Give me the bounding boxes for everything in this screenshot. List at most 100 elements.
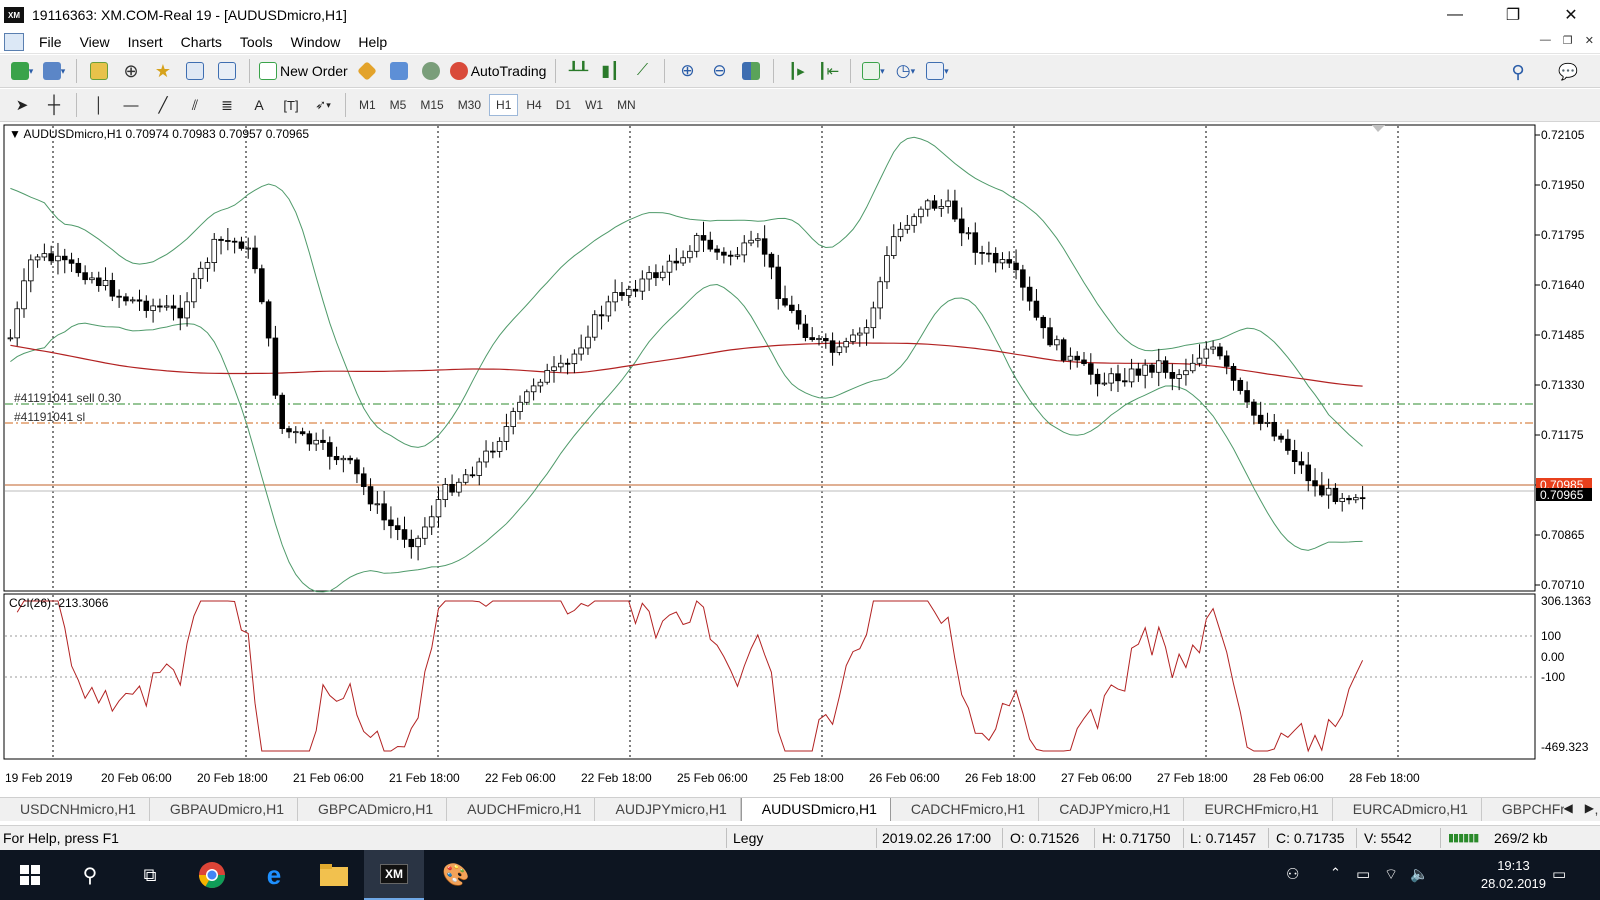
menu-help[interactable]: Help xyxy=(349,34,396,50)
metaeditor-icon[interactable] xyxy=(354,58,380,84)
task-view-icon[interactable]: ⧉ xyxy=(120,850,180,900)
indicators-icon[interactable]: ▾ xyxy=(860,58,886,84)
zoom-out-icon[interactable]: ⊖ xyxy=(706,58,732,84)
status-traffic: 269/2 kb xyxy=(1494,830,1548,846)
timeframe-d1[interactable]: D1 xyxy=(550,95,577,115)
menu-file[interactable]: File xyxy=(30,34,71,50)
timeframe-w1[interactable]: W1 xyxy=(579,95,609,115)
navigator-icon[interactable]: ★ xyxy=(150,58,176,84)
menu-insert[interactable]: Insert xyxy=(119,34,172,50)
mdi-close-button[interactable]: ✕ xyxy=(1585,34,1594,47)
bear-candle xyxy=(1217,346,1223,357)
bull-candle xyxy=(687,250,693,259)
new-chart-icon[interactable]: ▾ xyxy=(9,58,35,84)
mdi-restore-button[interactable]: ❐ xyxy=(1563,34,1573,47)
tab-usdcnh[interactable]: USDCNHmicro,H1 xyxy=(0,798,150,821)
timeframe-h1[interactable]: H1 xyxy=(489,94,519,116)
channel-icon[interactable]: ⫽ xyxy=(182,92,208,118)
tab-eurcad[interactable]: EURCADmicro,H1 xyxy=(1333,798,1482,821)
chart-window[interactable]: ▼ AUDUSDmicro,H1 0.70974 0.70983 0.70957… xyxy=(0,123,1600,791)
taskbar-clock[interactable]: 19:13 28.02.2019 xyxy=(1481,857,1546,893)
tab-cadchf[interactable]: CADCHFmicro,H1 xyxy=(891,798,1040,821)
tab-audusd[interactable]: AUDUSDmicro,H1 xyxy=(740,798,891,821)
bear-candle xyxy=(490,450,496,453)
wifi-icon[interactable]: ⌔ xyxy=(1384,865,1398,884)
tab-audchf[interactable]: AUDCHFmicro,H1 xyxy=(447,798,596,821)
search-icon[interactable]: ⚲ xyxy=(1505,59,1531,85)
maximize-button[interactable]: ❐ xyxy=(1484,0,1542,30)
chart-window-icon[interactable] xyxy=(4,32,24,51)
profiles-icon[interactable]: ▾ xyxy=(41,58,67,84)
signals-icon[interactable] xyxy=(418,58,444,84)
timeframe-m30[interactable]: M30 xyxy=(452,95,487,115)
terminal-icon[interactable] xyxy=(182,58,208,84)
tab-scroll-right-icon[interactable]: ▶ xyxy=(1585,801,1594,815)
bull-candle xyxy=(34,256,41,261)
timeframe-m15[interactable]: M15 xyxy=(414,95,449,115)
chart-shift-icon[interactable]: ┃▸ xyxy=(783,58,809,84)
text-label-icon[interactable]: [T] xyxy=(278,92,304,118)
search-taskbar-icon[interactable]: ⚲ xyxy=(60,850,120,900)
tab-audjpy[interactable]: AUDJPYmicro,H1 xyxy=(595,798,741,821)
templates-icon[interactable]: ▾ xyxy=(924,58,950,84)
start-button[interactable] xyxy=(0,850,60,900)
fibonacci-icon[interactable]: ≣ xyxy=(214,92,240,118)
drawing-toolbar: ➤ ┼ │ — ╱ ⫽ ≣ A [T] ➶ ▾ M1 M5 M15 M30 H1 … xyxy=(0,89,1600,122)
tab-scroll-left-icon[interactable]: ◀ xyxy=(1564,801,1573,815)
timeframe-mn[interactable]: MN xyxy=(611,95,642,115)
periods-icon[interactable]: ◷ ▾ xyxy=(892,58,918,84)
tray-expand-icon[interactable]: ⌃ xyxy=(1330,865,1341,881)
timeframe-m5[interactable]: M5 xyxy=(384,95,413,115)
data-window-icon[interactable]: ⊕ xyxy=(118,58,144,84)
battery-icon[interactable]: ▭ xyxy=(1356,865,1370,883)
candlestick-icon[interactable]: ▮┃ xyxy=(597,58,623,84)
zoom-in-icon[interactable]: ⊕ xyxy=(674,58,700,84)
autoscroll-icon[interactable]: ┃⇤ xyxy=(815,58,841,84)
trendline-icon[interactable]: ╱ xyxy=(150,92,176,118)
edge-icon[interactable]: e xyxy=(244,850,304,900)
bear-candle xyxy=(333,455,340,461)
chat-icon[interactable]: 💬 xyxy=(1555,59,1581,85)
text-icon[interactable]: A xyxy=(246,92,272,118)
horizontal-line-icon[interactable]: — xyxy=(118,92,144,118)
new-order-icon xyxy=(259,62,277,80)
menu-tools[interactable]: Tools xyxy=(231,34,282,50)
tab-gbpcad[interactable]: GBPCADmicro,H1 xyxy=(298,798,448,821)
line-chart-icon[interactable]: ⟋ xyxy=(629,58,655,84)
options-icon[interactable] xyxy=(386,58,412,84)
paint-icon[interactable]: 🎨 xyxy=(426,850,486,900)
tile-windows-icon[interactable] xyxy=(738,58,764,84)
price-chart[interactable]: ▼ AUDUSDmicro,H1 0.70974 0.70983 0.70957… xyxy=(0,123,1600,791)
crosshair-icon[interactable]: ┼ xyxy=(41,92,67,118)
tab-cadjpy[interactable]: CADJPYmicro,H1 xyxy=(1039,798,1185,821)
bull-candle xyxy=(1067,355,1074,361)
vertical-line-icon[interactable]: │ xyxy=(86,92,112,118)
timeframe-m1[interactable]: M1 xyxy=(353,95,382,115)
strategy-tester-icon[interactable] xyxy=(214,58,240,84)
tab-eurchf[interactable]: EURCHFmicro,H1 xyxy=(1184,798,1333,821)
bar-chart-icon[interactable]: ┸┸ xyxy=(565,58,591,84)
autotrading-button[interactable]: AutoTrading xyxy=(449,58,546,84)
xm-terminal-taskbar-icon[interactable]: XM xyxy=(364,850,424,900)
minimize-button[interactable]: — xyxy=(1426,0,1484,30)
arrows-icon[interactable]: ➶ ▾ xyxy=(310,92,336,118)
tab-gbpaud[interactable]: GBPAUDmicro,H1 xyxy=(150,798,298,821)
bull-candle xyxy=(1339,497,1345,502)
new-order-button[interactable]: New Order xyxy=(259,58,348,84)
chrome-icon[interactable] xyxy=(182,850,242,900)
chart-tabs: USDCNHmicro,H1 GBPAUDmicro,H1 GBPCADmicr… xyxy=(0,797,1600,821)
timeframe-h4[interactable]: H4 xyxy=(520,95,547,115)
menu-charts[interactable]: Charts xyxy=(172,34,231,50)
bear-candle xyxy=(109,280,116,297)
time-axis-label: 26 Feb 06:00 xyxy=(869,771,940,785)
people-icon[interactable]: ⚇ xyxy=(1286,865,1299,883)
close-button[interactable]: ✕ xyxy=(1542,0,1600,30)
mdi-minimize-button[interactable]: — xyxy=(1540,34,1551,47)
cursor-icon[interactable]: ➤ xyxy=(9,92,35,118)
menu-view[interactable]: View xyxy=(71,34,119,50)
market-watch-icon[interactable] xyxy=(86,58,112,84)
notifications-icon[interactable]: ▭ xyxy=(1552,865,1566,883)
menu-window[interactable]: Window xyxy=(282,34,350,50)
file-explorer-icon[interactable] xyxy=(304,850,364,900)
volume-icon[interactable]: 🔈 xyxy=(1410,865,1429,883)
